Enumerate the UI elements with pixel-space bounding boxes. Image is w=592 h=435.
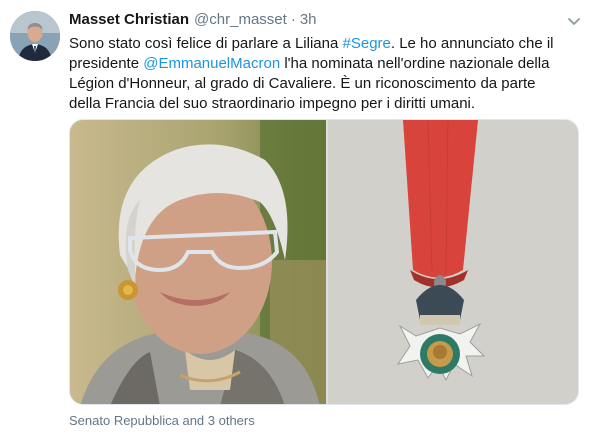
author-handle[interactable]: @chr_masset <box>194 11 287 28</box>
tweet-text-line-2: presidente @EmmanuelMacron l'ha nominata… <box>69 54 579 74</box>
avatar-image <box>10 11 60 61</box>
more-options-button[interactable] <box>565 12 583 30</box>
media-grid <box>69 119 579 405</box>
text-segment: Sono stato così felice di parlare a Lili… <box>69 35 343 52</box>
chevron-down-icon <box>568 18 580 25</box>
author-name[interactable]: Masset Christian <box>69 11 189 28</box>
tweet-text-line-3: Légion d'Honneur, al grado di Cavaliere.… <box>69 75 536 92</box>
text-segment: . Le ho annunciato che il <box>390 35 554 52</box>
timestamp[interactable]: 3h <box>300 11 317 28</box>
tweet-text-line-4: della Francia del suo straordinario impe… <box>69 95 476 112</box>
photo-portrait[interactable] <box>70 120 326 404</box>
hashtag-link[interactable]: #Segre <box>343 35 391 52</box>
photo-medal[interactable] <box>328 120 578 404</box>
text-segment: presidente <box>69 55 144 72</box>
retweeted-by[interactable]: Senato Repubblica and 3 others <box>69 413 255 428</box>
portrait-image <box>70 120 326 404</box>
mention-link[interactable]: @EmmanuelMacron <box>143 55 280 72</box>
avatar[interactable] <box>10 11 60 61</box>
medal-image <box>328 120 578 404</box>
separator-dot: · <box>290 11 296 28</box>
tweet-header: Masset Christian @chr_masset · 3h <box>69 11 317 31</box>
tweet: Masset Christian @chr_masset · 3h Sono s… <box>0 0 592 435</box>
text-segment: l'ha nominata nell'ordine nazionale dell… <box>280 55 550 72</box>
tweet-text: Sono stato così felice di parlare a Lili… <box>69 34 579 114</box>
tweet-text-line-1: Sono stato così felice di parlare a Lili… <box>69 34 579 54</box>
